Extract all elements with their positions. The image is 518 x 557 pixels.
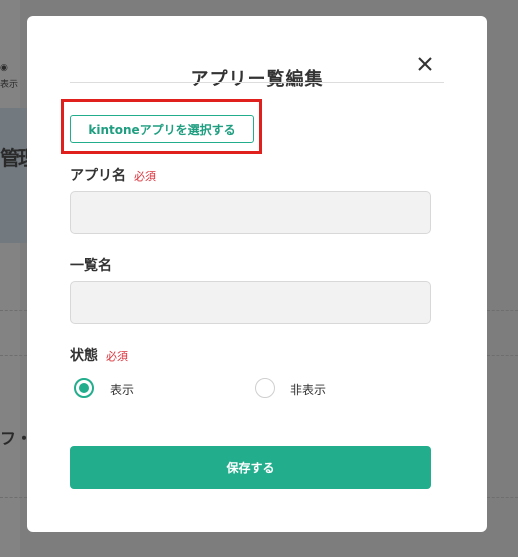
- app-name-label-text: アプリ名: [70, 168, 126, 184]
- required-badge: 必須: [134, 170, 156, 183]
- app-name-input[interactable]: [70, 191, 431, 234]
- status-option-hidden-label: 非表示: [290, 383, 327, 397]
- bg-divider: [487, 310, 518, 311]
- required-badge: 必須: [106, 350, 128, 363]
- bg-eye-icon: ◉: [0, 63, 8, 73]
- save-button[interactable]: 保存する: [70, 446, 431, 489]
- bg-divider: [0, 310, 27, 311]
- app-name-label: アプリ名 必須: [70, 165, 156, 185]
- status-radio-hidden[interactable]: [255, 378, 275, 398]
- close-icon[interactable]: [416, 55, 434, 73]
- bg-divider: [0, 355, 27, 356]
- bg-divider: [0, 497, 27, 498]
- bg-divider: [487, 497, 518, 498]
- list-name-label: 一覧名: [70, 258, 112, 274]
- status-label-text: 状態: [70, 348, 98, 364]
- close-icon-glyph: [418, 57, 432, 71]
- radio-selected-dot: [79, 383, 89, 393]
- status-label: 状態 必須: [70, 345, 128, 365]
- bg-visibility-text: 表示: [0, 80, 19, 90]
- status-option-visible-label: 表示: [110, 383, 135, 397]
- bg-divider: [487, 355, 518, 356]
- title-divider: [70, 82, 444, 83]
- select-kintone-app-button[interactable]: kintoneアプリを選択する: [70, 115, 254, 143]
- app-list-edit-modal: アプリー覧編集 kintoneアプリを選択する アプリ名 必須 一覧名 状態 必須 …: [27, 16, 487, 532]
- bg-header-card: [0, 108, 27, 243]
- status-radio-visible[interactable]: [74, 378, 94, 398]
- list-name-input[interactable]: [70, 281, 431, 324]
